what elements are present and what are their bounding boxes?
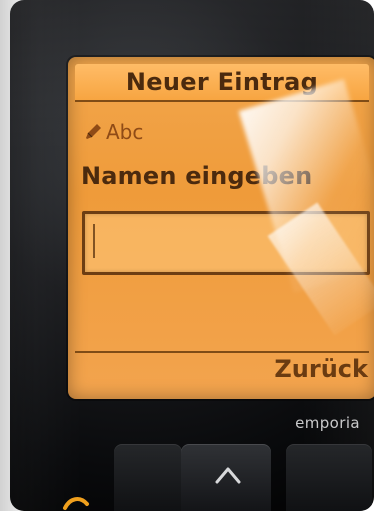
device-brand-logo: emporia [295,414,360,432]
pencil-icon [86,124,101,139]
text-cursor [93,224,95,258]
input-mode-label: Abc [106,120,144,144]
back-softkey[interactable]: Zurück [274,355,368,383]
phone-screen: Neuer Eintrag Abc Namen eingeben Zurück [68,57,374,399]
screen-title: Neuer Eintrag [125,68,319,96]
left-hardware-key[interactable] [114,444,182,511]
orange-call-icon [63,497,89,510]
softkey-divider [75,351,369,353]
input-mode-row: Abc [84,120,143,144]
name-prompt-label: Namen eingeben [81,162,313,190]
chevron-up-icon [215,467,241,484]
right-hardware-key[interactable] [286,444,372,511]
name-input-field[interactable] [82,211,370,275]
photo-frame: Neuer Eintrag Abc Namen eingeben Zurück … [0,0,378,511]
phone-body: Neuer Eintrag Abc Namen eingeben Zurück … [10,0,374,511]
screen-title-bar: Neuer Eintrag [75,64,369,102]
